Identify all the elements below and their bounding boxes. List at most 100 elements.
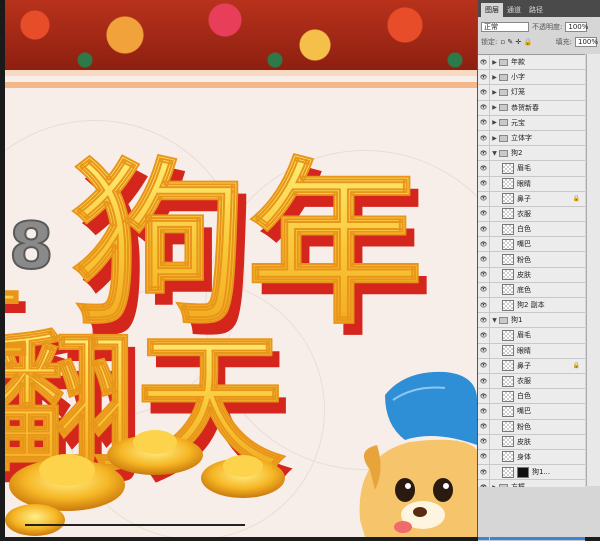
layer-name: 底色	[517, 285, 531, 294]
expand-arrow-icon[interactable]: ▶	[490, 135, 499, 142]
visibility-eye-icon[interactable]: 👁	[478, 343, 490, 358]
layer-list-scrollbar[interactable]	[586, 54, 600, 486]
visibility-eye-icon[interactable]: 👁	[478, 130, 490, 146]
visibility-eye-icon[interactable]: 👁	[478, 146, 490, 161]
layer-row[interactable]: 👁 鼻子 🔒	[478, 358, 585, 374]
visibility-eye-icon[interactable]: 👁	[478, 465, 490, 480]
visibility-eye-icon[interactable]: 👁	[478, 176, 490, 191]
layer-row[interactable]: 👁 鼻子 🔒	[478, 191, 585, 207]
layer-row[interactable]: 👁 皮肤	[478, 434, 585, 450]
folder-icon	[499, 73, 508, 81]
visibility-eye-icon[interactable]: 👁	[478, 85, 490, 100]
visibility-eye-icon[interactable]: 👁	[478, 206, 490, 222]
visibility-eye-icon[interactable]: 👁	[478, 267, 490, 282]
layer-row[interactable]: 👁 眼睛	[478, 176, 585, 192]
layer-name: 狗2 副本	[517, 301, 545, 310]
collapse-arrow-icon[interactable]: ▼	[490, 150, 499, 157]
visibility-eye-icon[interactable]: 👁	[478, 389, 490, 404]
visibility-eye-icon[interactable]: 👁	[478, 328, 490, 343]
layer-name: 狗1...	[532, 468, 551, 477]
layer-row[interactable]: 👁 皮肤	[478, 267, 585, 283]
layer-row[interactable]: 👁 粉色	[478, 419, 585, 435]
tab-layers[interactable]: 图层	[481, 3, 503, 17]
layer-thumbnail	[502, 451, 514, 463]
layer-thumbnail	[502, 329, 514, 341]
visibility-eye-icon[interactable]: 👁	[478, 419, 490, 434]
layer-thumbnail	[502, 238, 514, 250]
visibility-eye-icon[interactable]: 👁	[478, 282, 490, 297]
visibility-eye-icon[interactable]: 👁	[478, 70, 490, 85]
layer-row[interactable]: 👁 粉色	[478, 252, 585, 268]
tab-paths[interactable]: 路径	[525, 3, 547, 17]
layer-row[interactable]: 👁 狗2 副本	[478, 298, 585, 314]
layer-thumbnail	[502, 345, 514, 357]
layer-row[interactable]: 👁 狗1...	[478, 465, 585, 481]
visibility-eye-icon[interactable]: 👁	[478, 434, 490, 449]
document-canvas[interactable]: 8 狗年 翻天 上 狗年 翻天 上	[0, 0, 477, 537]
layer-thumbnail	[502, 193, 514, 205]
lock-icon: 🔒	[572, 195, 580, 203]
layer-row[interactable]: 👁 底色	[478, 282, 585, 298]
layer-row[interactable]: 👁 嘴巴	[478, 404, 585, 420]
opacity-input[interactable]: 100%	[565, 21, 588, 32]
layer-name: 恭贺新春	[511, 103, 539, 112]
visibility-eye-icon[interactable]: 👁	[478, 313, 490, 328]
tab-channels[interactable]: 通道	[503, 3, 525, 17]
visibility-eye-icon[interactable]: 👁	[478, 161, 490, 176]
layer-mask-thumbnail[interactable]	[517, 466, 529, 478]
expand-arrow-icon[interactable]: ▶	[490, 119, 499, 126]
visibility-eye-icon[interactable]: 👁	[478, 100, 490, 115]
folder-icon	[499, 58, 508, 66]
layer-group-row[interactable]: 👁 ▶ 灯笼	[478, 85, 585, 101]
expand-arrow-icon[interactable]: ▶	[490, 104, 499, 111]
layer-row[interactable]: 👁 白色	[478, 222, 585, 238]
layer-name: 白色	[517, 225, 531, 234]
folder-icon	[499, 149, 508, 157]
fill-input[interactable]: 100%	[575, 36, 598, 47]
collapse-arrow-icon[interactable]: ▼	[490, 317, 499, 324]
panel-footer	[478, 487, 600, 537]
artboard[interactable]: 8 狗年 翻天 上 狗年 翻天 上	[5, 0, 477, 537]
visibility-eye-icon[interactable]: 👁	[478, 55, 490, 70]
visibility-eye-icon[interactable]: 👁	[478, 404, 490, 419]
layer-list[interactable]: 👁 ▶ 年款 👁 ▶ 小字 👁 ▶ 灯笼 👁 ▶ 恭贺新春 👁 ▶ 元宝 👁 ▶ 立体字 👁 ▼ 狗2 👁 眉毛 👁 眼睛 👁 鼻子…	[478, 54, 585, 541]
layer-thumbnail	[502, 269, 514, 281]
layer-group-row[interactable]: 👁 ▶ 元宝	[478, 115, 585, 131]
visibility-eye-icon[interactable]: 👁	[478, 222, 490, 237]
visibility-eye-icon[interactable]: 👁	[478, 252, 490, 267]
layer-group-row[interactable]: 👁 ▶ 恭贺新春	[478, 100, 585, 116]
lock-icons[interactable]: ▫ ✎ ✛ 🔒	[500, 38, 532, 46]
layer-row[interactable]: 👁 衣服	[478, 206, 585, 223]
visibility-eye-icon[interactable]: 👁	[478, 373, 490, 389]
layer-group-row[interactable]: 👁 ▶ 年款	[478, 55, 585, 71]
expand-arrow-icon[interactable]: ▶	[490, 59, 499, 66]
layer-group-row[interactable]: 👁 ▶ 小字	[478, 70, 585, 86]
layer-row[interactable]: 👁 眉毛	[478, 328, 585, 344]
panel-tabs: 图层 通道 路径	[478, 0, 600, 17]
layer-row[interactable]: 👁 嘴巴	[478, 237, 585, 253]
layer-thumbnail	[502, 299, 514, 311]
layer-row[interactable]: 👁 衣服	[478, 373, 585, 390]
visibility-eye-icon[interactable]: 👁	[478, 191, 490, 206]
blend-mode-select[interactable]: 正常	[481, 21, 529, 32]
expand-arrow-icon[interactable]: ▶	[490, 74, 499, 81]
partial-left-text: 上	[5, 248, 29, 376]
layer-row[interactable]: 👁 眼睛	[478, 343, 585, 359]
expand-arrow-icon[interactable]: ▶	[490, 89, 499, 96]
layer-row[interactable]: 👁 白色	[478, 389, 585, 405]
visibility-eye-icon[interactable]: 👁	[478, 298, 490, 313]
visibility-eye-icon[interactable]: 👁	[478, 449, 490, 465]
layer-name: 眼睛	[517, 346, 531, 355]
layer-thumbnail	[502, 162, 514, 174]
layer-group-row[interactable]: 👁 ▼ 狗2	[478, 146, 585, 162]
layer-row[interactable]: 👁 身体	[478, 449, 585, 466]
layers-panel[interactable]: 图层 通道 路径 正常 不透明度: 100% 锁定: ▫ ✎ ✛ 🔒 填充: 1…	[477, 0, 600, 541]
visibility-eye-icon[interactable]: 👁	[478, 358, 490, 373]
layer-group-row[interactable]: 👁 ▶ 立体字	[478, 130, 585, 147]
layer-group-row[interactable]: 👁 ▼ 狗1	[478, 313, 585, 329]
visibility-eye-icon[interactable]: 👁	[478, 237, 490, 252]
layer-thumbnail	[502, 284, 514, 296]
layer-row[interactable]: 👁 眉毛	[478, 161, 585, 177]
visibility-eye-icon[interactable]: 👁	[478, 115, 490, 130]
layer-name: 立体字	[511, 134, 532, 143]
